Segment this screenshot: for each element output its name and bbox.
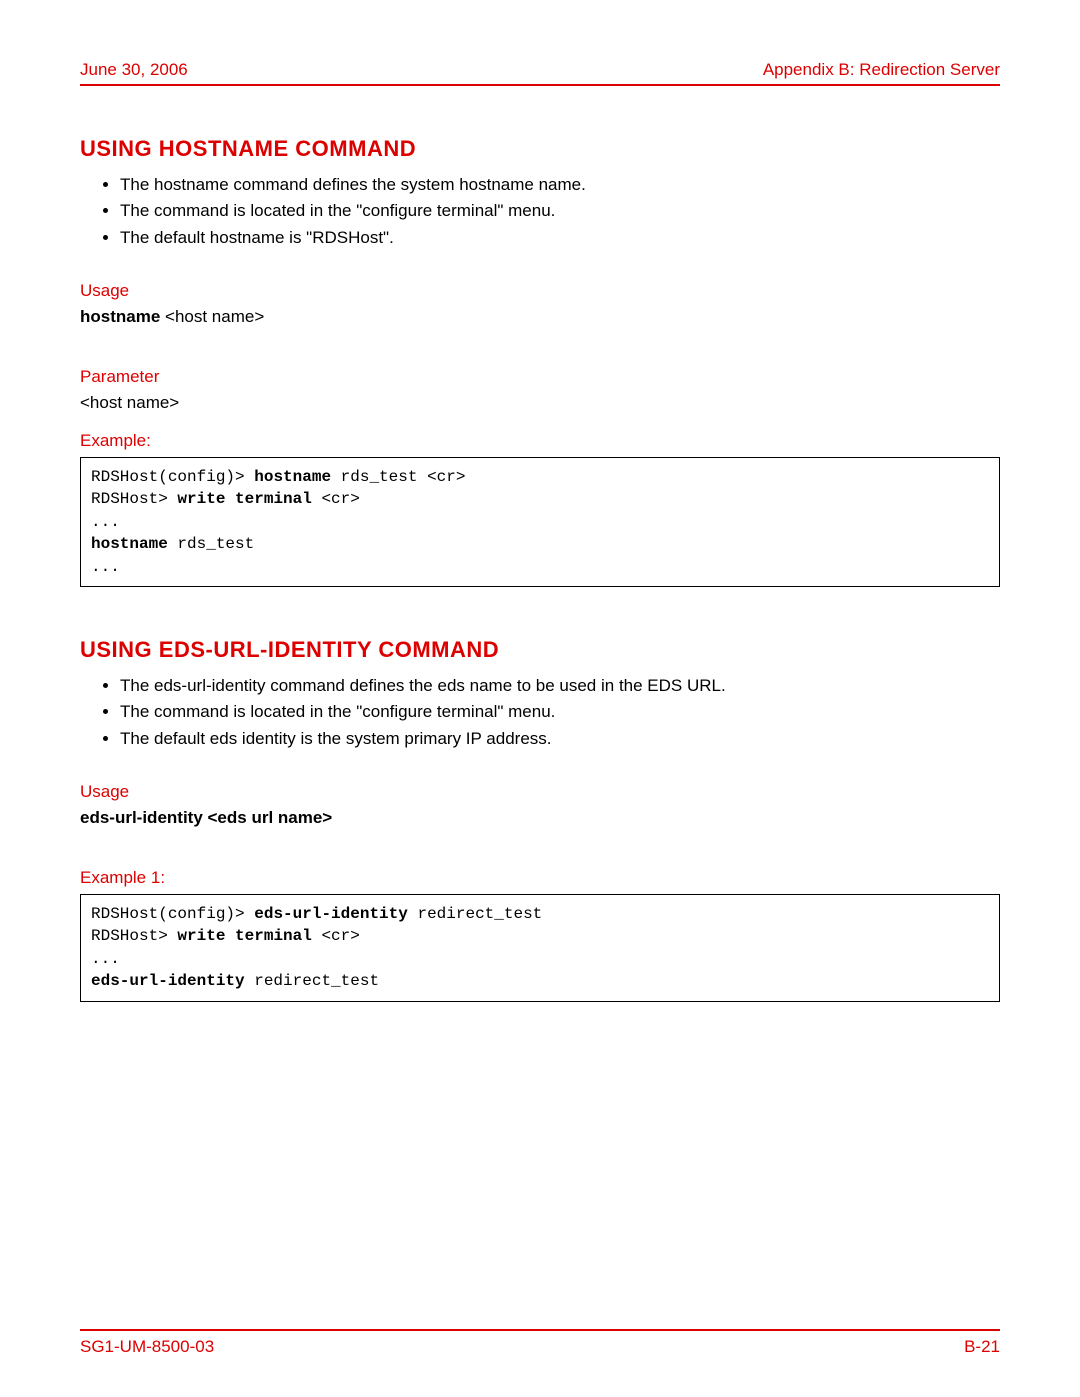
- page: June 30, 2006 Appendix B: Redirection Se…: [0, 0, 1080, 1397]
- code-bold: write terminal: [177, 490, 311, 508]
- usage-line: hostname <host name>: [80, 307, 1000, 327]
- usage-label: Usage: [80, 782, 1000, 802]
- code-text: rds_test <cr>: [331, 468, 465, 486]
- code-bold: hostname: [91, 535, 168, 553]
- code-text: RDSHost(config)>: [91, 468, 254, 486]
- code-text: ...: [91, 950, 120, 968]
- code-text: <cr>: [312, 490, 360, 508]
- code-text: RDSHost(config)>: [91, 905, 254, 923]
- code-text: ...: [91, 558, 120, 576]
- usage-bold: hostname: [80, 307, 160, 326]
- parameter-text: <host name>: [80, 393, 1000, 413]
- usage-label: Usage: [80, 281, 1000, 301]
- list-item: The default hostname is "RDSHost".: [120, 225, 1000, 251]
- usage-bold: eds-url-identity <eds url name>: [80, 808, 332, 827]
- footer-docid: SG1-UM-8500-03: [80, 1337, 214, 1357]
- code-text: redirect_test: [245, 972, 379, 990]
- list-item: The eds-url-identity command defines the…: [120, 673, 1000, 699]
- page-footer: SG1-UM-8500-03 B-21: [80, 1329, 1000, 1357]
- header-appendix: Appendix B: Redirection Server: [763, 60, 1000, 80]
- parameter-label: Parameter: [80, 367, 1000, 387]
- footer-page: B-21: [964, 1337, 1000, 1357]
- code-text: <cr>: [312, 927, 360, 945]
- section-title-hostname: USING HOSTNAME COMMAND: [80, 136, 1000, 162]
- code-text: redirect_test: [408, 905, 542, 923]
- code-bold: write terminal: [177, 927, 311, 945]
- header-date: June 30, 2006: [80, 60, 188, 80]
- list-item: The default eds identity is the system p…: [120, 726, 1000, 752]
- eds-section: USING EDS-URL-IDENTITY COMMAND The eds-u…: [80, 637, 1000, 1002]
- code-text: rds_test: [168, 535, 254, 553]
- hostname-code-example: RDSHost(config)> hostname rds_test <cr> …: [80, 457, 1000, 587]
- eds-code-example: RDSHost(config)> eds-url-identity redire…: [80, 894, 1000, 1002]
- page-header: June 30, 2006 Appendix B: Redirection Se…: [80, 60, 1000, 86]
- section-title-eds: USING EDS-URL-IDENTITY COMMAND: [80, 637, 1000, 663]
- code-text: ...: [91, 513, 120, 531]
- hostname-section: USING HOSTNAME COMMAND The hostname comm…: [80, 136, 1000, 637]
- code-bold: eds-url-identity: [91, 972, 245, 990]
- list-item: The command is located in the "configure…: [120, 699, 1000, 725]
- code-text: RDSHost>: [91, 927, 177, 945]
- hostname-bullets: The hostname command defines the system …: [100, 172, 1000, 251]
- list-item: The command is located in the "configure…: [120, 198, 1000, 224]
- example-label: Example 1:: [80, 868, 1000, 888]
- list-item: The hostname command defines the system …: [120, 172, 1000, 198]
- usage-rest: <host name>: [160, 307, 264, 326]
- code-bold: eds-url-identity: [254, 905, 408, 923]
- code-text: RDSHost>: [91, 490, 177, 508]
- code-bold: hostname: [254, 468, 331, 486]
- example-label: Example:: [80, 431, 1000, 451]
- eds-bullets: The eds-url-identity command defines the…: [100, 673, 1000, 752]
- usage-line: eds-url-identity <eds url name>: [80, 808, 1000, 828]
